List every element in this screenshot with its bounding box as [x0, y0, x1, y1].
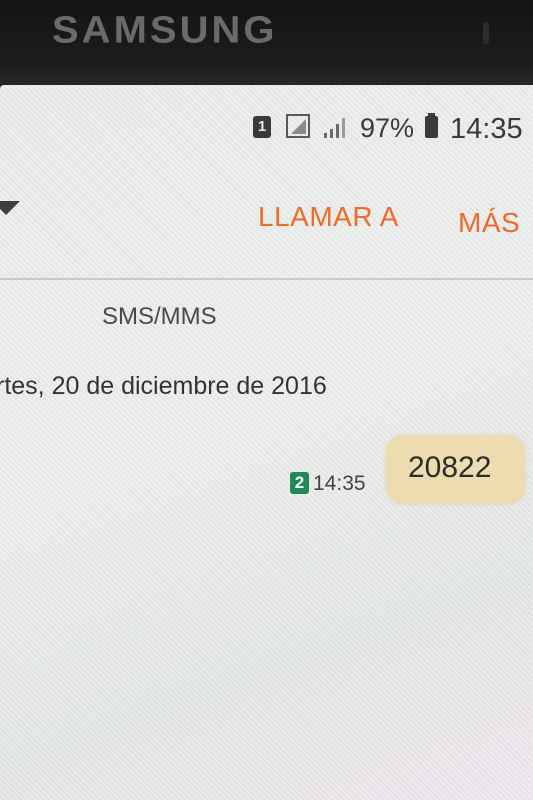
- phone-bezel: SAMSUNG: [0, 0, 533, 92]
- screen: 1 97% 14:35 LLAMAR A MÁS SMS/MMS rtes, 2…: [0, 85, 533, 800]
- call-button[interactable]: LLAMAR A: [258, 201, 399, 233]
- back-arrow-icon[interactable]: [0, 201, 20, 215]
- more-button[interactable]: MÁS: [458, 207, 520, 239]
- divider: [0, 278, 533, 280]
- sensor-icon: [483, 22, 489, 44]
- date-header: rtes, 20 de diciembre de 2016: [0, 372, 327, 400]
- battery-percent: 97%: [360, 113, 415, 143]
- signal-box-icon: [286, 114, 310, 138]
- sim-slot-icon: 1: [253, 116, 271, 138]
- message-text: 20822: [408, 451, 492, 484]
- message-bubble[interactable]: 20822: [386, 435, 525, 504]
- status-clock: 14:35: [450, 113, 523, 145]
- status-bar: 1 97% 14:35: [0, 85, 533, 195]
- signal-bars-icon: [324, 118, 345, 138]
- message-time: 14:35: [313, 472, 366, 495]
- sim-badge: 2: [290, 472, 309, 494]
- battery-icon: [425, 113, 438, 138]
- brand-logo: SAMSUNG: [52, 9, 278, 51]
- channel-label: SMS/MMS: [102, 303, 217, 330]
